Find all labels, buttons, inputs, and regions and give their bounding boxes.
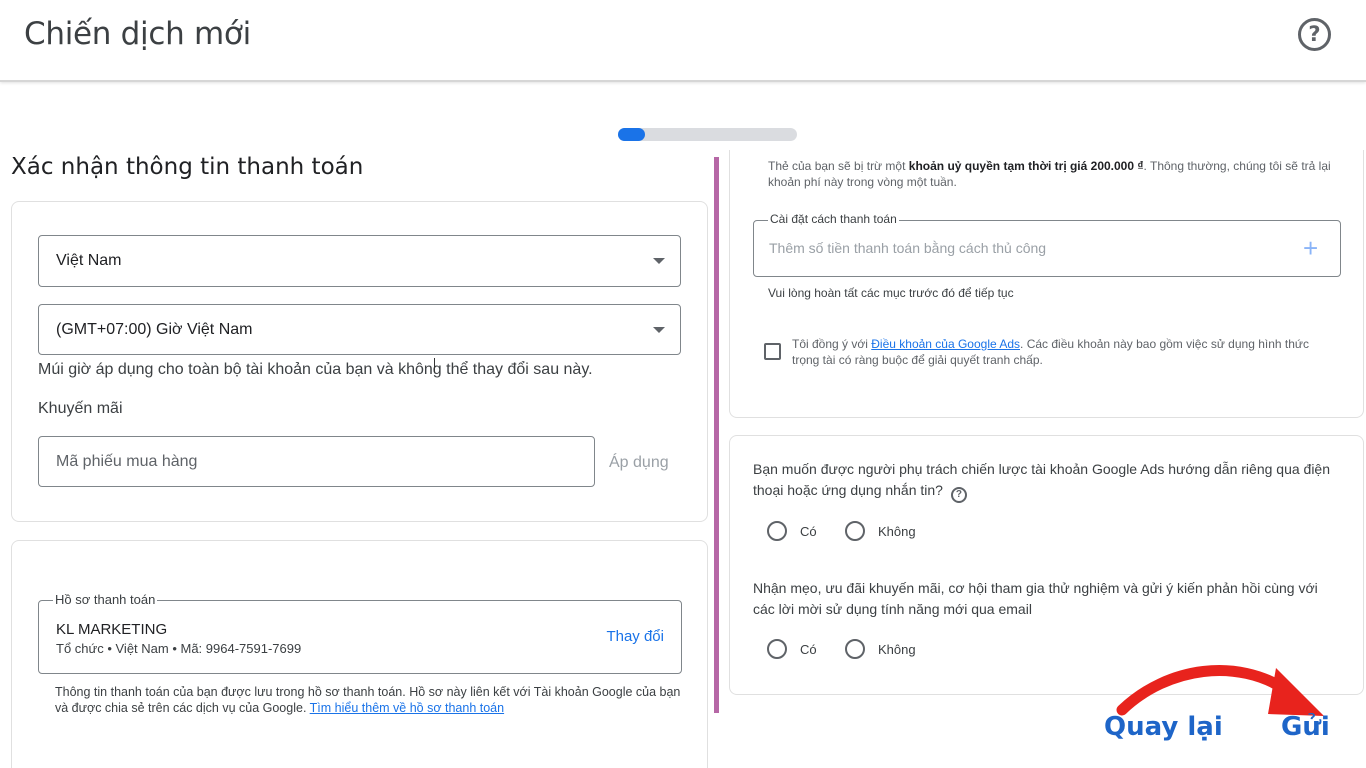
back-button[interactable]: Quay lại	[1104, 712, 1223, 742]
country-select[interactable]: Việt Nam	[38, 235, 681, 287]
terms-checkbox[interactable]	[764, 343, 781, 360]
learn-more-billing-link[interactable]: Tìm hiểu thêm về hồ sơ thanh toán	[310, 701, 504, 715]
terms-text: Tôi đồng ý với Điều khoản của Google Ads…	[792, 336, 1332, 368]
page-title: Chiến dịch mới	[24, 16, 251, 52]
billing-profile-name: KL MARKETING	[56, 621, 168, 638]
text-cursor-icon	[434, 358, 440, 372]
column-divider	[714, 157, 719, 713]
email-no-label: Không	[878, 642, 916, 657]
promo-code-input[interactable]: Mã phiếu mua hàng	[38, 436, 595, 487]
timezone-select-value: (GMT+07:00) Giờ Việt Nam	[56, 320, 253, 338]
payment-card	[729, 150, 1364, 418]
authorization-note-pre: Thẻ của bạn sẽ bị trừ một	[768, 159, 909, 173]
apply-button[interactable]: Áp dụng	[609, 454, 669, 472]
billing-profile-field: Hồ sơ thanh toán KL MARKETING Tổ chức • …	[38, 592, 682, 674]
help-icon[interactable]: ?	[950, 487, 967, 503]
add-payment-icon[interactable]: +	[1303, 235, 1318, 261]
email-no-radio[interactable]	[845, 639, 865, 659]
timezone-select[interactable]: (GMT+07:00) Giờ Việt Nam	[38, 304, 681, 355]
question-advisor-text: Bạn muốn được người phụ trách chiến lược…	[753, 461, 1331, 498]
authorization-note: Thẻ của bạn sẽ bị trừ một khoản uỷ quyền…	[768, 158, 1338, 190]
dropdown-arrow-icon	[653, 326, 665, 333]
email-yes-radio[interactable]	[767, 639, 787, 659]
submit-button[interactable]: Gửi	[1281, 712, 1330, 742]
promo-label: Khuyến mãi	[38, 400, 123, 417]
help-icon[interactable]: ?	[1298, 18, 1331, 51]
billing-profile-note: Thông tin thanh toán của bạn được lưu tr…	[55, 684, 685, 716]
payment-method-placeholder: Thêm số tiền thanh toán bằng cách thủ cô…	[769, 240, 1047, 256]
section-heading: Xác nhận thông tin thanh toán	[11, 154, 364, 180]
payment-method-field[interactable]: Cài đặt cách thanh toán Thêm số tiền tha…	[753, 212, 1341, 277]
dropdown-arrow-icon	[653, 258, 665, 264]
billing-profile-details: Tổ chức • Việt Nam • Mã: 9964-7591-7699	[56, 641, 302, 656]
google-ads-terms-link[interactable]: Điều khoản của Google Ads	[871, 337, 1020, 351]
payment-method-legend: Cài đặt cách thanh toán	[768, 212, 899, 226]
change-billing-profile-button[interactable]: Thay đổi	[606, 628, 664, 645]
advisor-no-label: Không	[878, 524, 916, 539]
email-yes-label: Có	[800, 642, 817, 657]
progress-bar	[618, 128, 797, 141]
payment-helper-text: Vui lòng hoàn tất các mục trước đó để ti…	[768, 286, 1014, 300]
advisor-yes-label: Có	[800, 524, 817, 539]
billing-profile-legend: Hồ sơ thanh toán	[53, 592, 158, 607]
advisor-no-radio[interactable]	[845, 521, 865, 541]
progress-bar-fill	[618, 128, 645, 141]
country-select-value: Việt Nam	[56, 252, 122, 269]
advisor-yes-radio[interactable]	[767, 521, 787, 541]
top-app-bar: Chiến dịch mới ?	[0, 0, 1366, 82]
authorization-amount: khoản uỷ quyền tạm thời trị giá 200.000 …	[908, 159, 1144, 173]
terms-text-pre: Tôi đồng ý với	[792, 337, 872, 351]
question-advisor: Bạn muốn được người phụ trách chiến lược…	[753, 459, 1333, 503]
promo-code-placeholder: Mã phiếu mua hàng	[56, 452, 198, 470]
timezone-helper-text: Múi giờ áp dụng cho toàn bộ tài khoản củ…	[38, 361, 593, 378]
question-email-tips: Nhận mẹo, ưu đãi khuyến mãi, cơ hội tham…	[753, 580, 1318, 617]
